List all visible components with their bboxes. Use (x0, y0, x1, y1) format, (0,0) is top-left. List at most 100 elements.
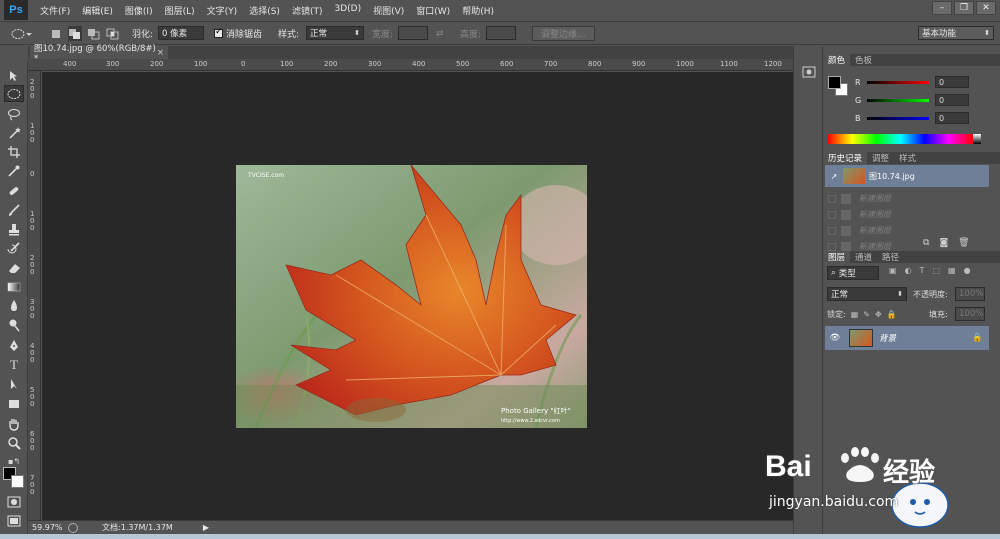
tab-history[interactable]: 历史记录 (823, 152, 868, 164)
restore-icon[interactable]: ❐ (954, 1, 974, 15)
status-menu-icon[interactable] (68, 522, 78, 533)
layer-row-background[interactable]: 👁 背景 🔒 (825, 326, 989, 350)
eye-icon[interactable]: 👁 (825, 333, 845, 343)
play-arrow-icon[interactable]: ▶ (203, 523, 209, 532)
antialias-checkbox[interactable]: 消除锯齿 (214, 26, 262, 41)
filter-toggle-icon[interactable]: ● (964, 266, 971, 275)
menu-layer[interactable]: 图层(L) (159, 4, 201, 17)
menu-select[interactable]: 选择(S) (243, 4, 286, 17)
history-item[interactable]: 新建图层 (825, 222, 989, 239)
lock-all-icon[interactable]: 🔒 (887, 310, 897, 319)
fill-input[interactable]: 100% (955, 307, 985, 321)
maple-leaf-photo[interactable]: TVCISE.com Photo Gallery "红叶" http://www… (236, 165, 587, 428)
red-value[interactable]: 0 (935, 76, 969, 88)
tab-styles[interactable]: 样式 (894, 152, 921, 164)
swap-icon[interactable]: ⇄ (436, 26, 444, 41)
image-filter-icon[interactable]: ▣ (889, 266, 897, 275)
history-checkbox[interactable] (828, 242, 836, 251)
type-filter-icon[interactable]: T (920, 266, 925, 275)
minimize-icon[interactable]: – (932, 1, 952, 15)
history-checkbox[interactable] (828, 210, 836, 219)
style-select[interactable]: 正常 ⬍ (306, 26, 364, 40)
zoom-tool-icon[interactable] (4, 434, 24, 451)
blur-tool-icon[interactable] (4, 297, 24, 314)
magic-wand-tool-icon[interactable] (4, 124, 24, 141)
close-icon[interactable]: ✕ (976, 1, 996, 15)
tab-adjustments[interactable]: 调整 (867, 152, 894, 164)
blend-mode-select[interactable]: 正常 ⬍ (827, 287, 907, 301)
screen-mode-icon[interactable] (4, 512, 24, 529)
history-checkbox[interactable] (828, 226, 836, 235)
quick-mask-icon[interactable] (4, 493, 24, 510)
layer-name[interactable]: 背景 (879, 332, 896, 344)
zoom-level[interactable]: 59.97% (32, 523, 68, 532)
menu-image[interactable]: 图像(I) (119, 4, 159, 17)
intersect-selection-icon[interactable] (106, 26, 120, 41)
menu-3d[interactable]: 3D(D) (328, 4, 367, 17)
camera-icon[interactable]: ◙ (939, 238, 948, 248)
blue-value[interactable]: 0 (935, 112, 969, 124)
tab-channels[interactable]: 通道 (850, 251, 877, 263)
lock-transparent-icon[interactable]: ▦ (851, 310, 859, 319)
history-snapshot[interactable]: ↗ 图10.74.jpg (825, 165, 989, 187)
blue-slider[interactable]: B 0 (855, 112, 969, 124)
path-selection-tool-icon[interactable] (4, 375, 24, 392)
healing-brush-tool-icon[interactable] (4, 182, 24, 199)
layer-filter-select[interactable]: ⌕ 类型 (827, 266, 879, 280)
lasso-tool-icon[interactable] (4, 105, 24, 122)
tab-layers[interactable]: 图层 (823, 251, 851, 263)
eraser-tool-icon[interactable] (4, 259, 24, 276)
menu-file[interactable]: 文件(F) (34, 4, 76, 17)
gradient-tool-icon[interactable] (4, 278, 24, 295)
pen-tool-icon[interactable] (4, 337, 24, 354)
color-spectrum-bar[interactable] (828, 134, 973, 144)
menu-view[interactable]: 视图(V) (367, 4, 410, 17)
document-tab[interactable]: 图10.74.jpg @ 60%(RGB/8#) * × (30, 44, 168, 64)
shape-filter-icon[interactable]: ⬚ (932, 266, 940, 275)
feather-input[interactable]: 0 像素 (158, 26, 204, 40)
add-selection-icon[interactable] (68, 26, 82, 41)
close-icon[interactable]: × (157, 48, 164, 58)
red-slider[interactable]: R 0 (855, 76, 969, 88)
move-tool-icon[interactable] (4, 67, 24, 84)
type-tool-icon[interactable]: T (4, 356, 24, 373)
new-selection-icon[interactable] (50, 26, 62, 41)
history-item[interactable]: 新建图层 (825, 190, 989, 207)
tab-swatches[interactable]: 色板 (850, 54, 877, 66)
brush-tool-icon[interactable] (4, 201, 24, 218)
menu-edit[interactable]: 编辑(E) (76, 4, 119, 17)
history-item[interactable]: 新建图层 (825, 206, 989, 223)
crop-tool-icon[interactable] (4, 143, 24, 160)
smart-object-filter-icon[interactable]: ▦ (948, 266, 956, 275)
menu-filter[interactable]: 滤镜(T) (286, 4, 329, 17)
adjustment-filter-icon[interactable]: ◐ (905, 266, 912, 275)
green-slider[interactable]: G 0 (855, 94, 969, 106)
eyedropper-tool-icon[interactable] (4, 162, 24, 179)
tab-color[interactable]: 颜色 (823, 54, 851, 66)
opacity-input[interactable]: 100% (955, 287, 985, 301)
menu-help[interactable]: 帮助(H) (456, 4, 500, 17)
background-color-swatch[interactable] (11, 475, 24, 488)
trash-icon[interactable]: 🗑 (958, 238, 969, 248)
subtract-selection-icon[interactable] (87, 26, 101, 41)
green-gradient-bar[interactable] (867, 98, 929, 102)
red-gradient-bar[interactable] (867, 80, 929, 84)
history-checkbox[interactable] (828, 194, 836, 203)
elliptical-marquee-tool-icon[interactable] (4, 85, 24, 102)
tab-paths[interactable]: 路径 (877, 251, 904, 263)
green-value[interactable]: 0 (935, 94, 969, 106)
refine-edge-button[interactable]: 调整边缘... (532, 26, 595, 41)
clone-stamp-tool-icon[interactable] (4, 220, 24, 237)
workspace-select[interactable]: 基本功能 ⬍ (918, 26, 994, 40)
menu-window[interactable]: 窗口(W) (410, 4, 456, 17)
width-input[interactable] (398, 26, 428, 40)
rectangle-tool-icon[interactable] (4, 395, 24, 412)
history-brush-tool-icon[interactable] (4, 239, 24, 256)
hand-tool-icon[interactable] (4, 415, 24, 432)
lock-pixels-icon[interactable]: ✎ (863, 310, 870, 319)
blue-gradient-bar[interactable] (867, 116, 929, 120)
menu-type[interactable]: 文字(Y) (201, 4, 244, 17)
history-panel-icon[interactable] (801, 64, 817, 80)
dodge-tool-icon[interactable] (4, 316, 24, 333)
height-input[interactable] (486, 26, 516, 40)
